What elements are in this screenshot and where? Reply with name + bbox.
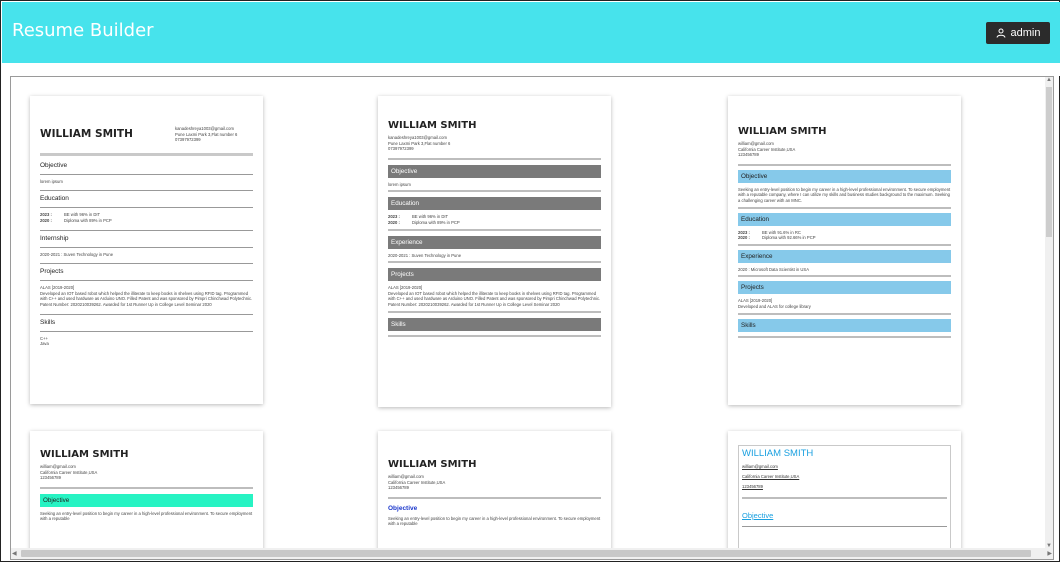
resume-email: william@gmail.com: [742, 464, 778, 469]
resume-template-card-4[interactable]: WILLIAM SMITH william@gmail.com Californ…: [30, 431, 263, 559]
resume-name: WILLIAM SMITH: [742, 448, 814, 459]
resume-phone: 123456789: [40, 475, 61, 481]
resume-template-card-1[interactable]: WILLIAM SMITH kanadeshreya1003@gmail.com…: [30, 96, 263, 404]
section-heading: Objective: [742, 511, 774, 520]
scroll-right-icon[interactable]: ▶: [1047, 550, 1052, 557]
section-heading: Skills: [738, 318, 951, 332]
section-heading: Internship: [40, 234, 69, 242]
resume-template-card-5[interactable]: WILLIAM SMITH william@gmail.com Californ…: [378, 431, 611, 559]
section-heading: Education: [40, 195, 69, 203]
resume-name: WILLIAM SMITH: [738, 126, 827, 137]
section-heading: Education: [388, 197, 601, 211]
section-heading: Experience: [388, 235, 601, 249]
section-heading: Projects: [738, 281, 951, 295]
resume-name: WILLIAM SMITH: [40, 128, 133, 140]
objective-text: lorem ipsum: [40, 178, 63, 184]
horizontal-scroll-thumb[interactable]: [21, 550, 1031, 557]
section-heading: Objective: [40, 161, 68, 169]
section-heading: Education: [738, 212, 951, 226]
resume-template-card-6[interactable]: WILLIAM SMITH william@gmail.com Californ…: [728, 431, 961, 559]
section-heading: Skills: [388, 317, 601, 331]
resume-template-card-2[interactable]: WILLIAM SMITH kanadeshreya1003@gmail.com…: [378, 96, 611, 407]
section-heading: Skills: [40, 318, 56, 326]
resume-template-gallery[interactable]: WILLIAM SMITH kanadeshreya1003@gmail.com…: [10, 76, 1054, 560]
resume-name: WILLIAM SMITH: [388, 120, 477, 131]
resume-phone: 07397972399: [175, 137, 201, 143]
app-header: Resume Builder admin: [2, 2, 1060, 63]
resume-template-card-3[interactable]: WILLIAM SMITH william@gmail.com Californ…: [728, 96, 961, 405]
resume-name: WILLIAM SMITH: [388, 459, 477, 470]
horizontal-scrollbar[interactable]: ◀ ▶: [11, 548, 1053, 559]
section-heading: Experience: [738, 249, 951, 263]
section-heading: Objective: [40, 493, 253, 507]
user-icon: [996, 28, 1006, 38]
section-heading: Projects: [388, 268, 601, 282]
resume-phone: 123456789: [742, 484, 763, 489]
resume-phone: 07397972399: [388, 146, 414, 152]
scroll-up-icon[interactable]: ▲: [1046, 77, 1052, 83]
section-heading: Objective: [388, 164, 601, 178]
resume-phone: 123456789: [738, 152, 759, 158]
section-heading: Objective: [738, 169, 951, 183]
admin-label: admin: [1010, 27, 1041, 39]
vertical-scrollbar[interactable]: ▲ ▼: [1045, 77, 1053, 549]
resume-name: WILLIAM SMITH: [40, 449, 129, 460]
resume-address: California Career Institute,USA: [742, 474, 800, 479]
resume-phone: 123456789: [388, 485, 409, 491]
scroll-left-icon[interactable]: ◀: [12, 550, 17, 557]
admin-user-button[interactable]: admin: [986, 22, 1050, 44]
app-frame: Resume Builder admin WILLIAM SMITH kanad…: [0, 0, 1060, 562]
app-title[interactable]: Resume Builder: [12, 20, 154, 41]
section-heading: Projects: [40, 268, 64, 276]
section-heading: Objective: [388, 504, 418, 512]
vertical-scroll-thumb[interactable]: [1046, 87, 1052, 237]
